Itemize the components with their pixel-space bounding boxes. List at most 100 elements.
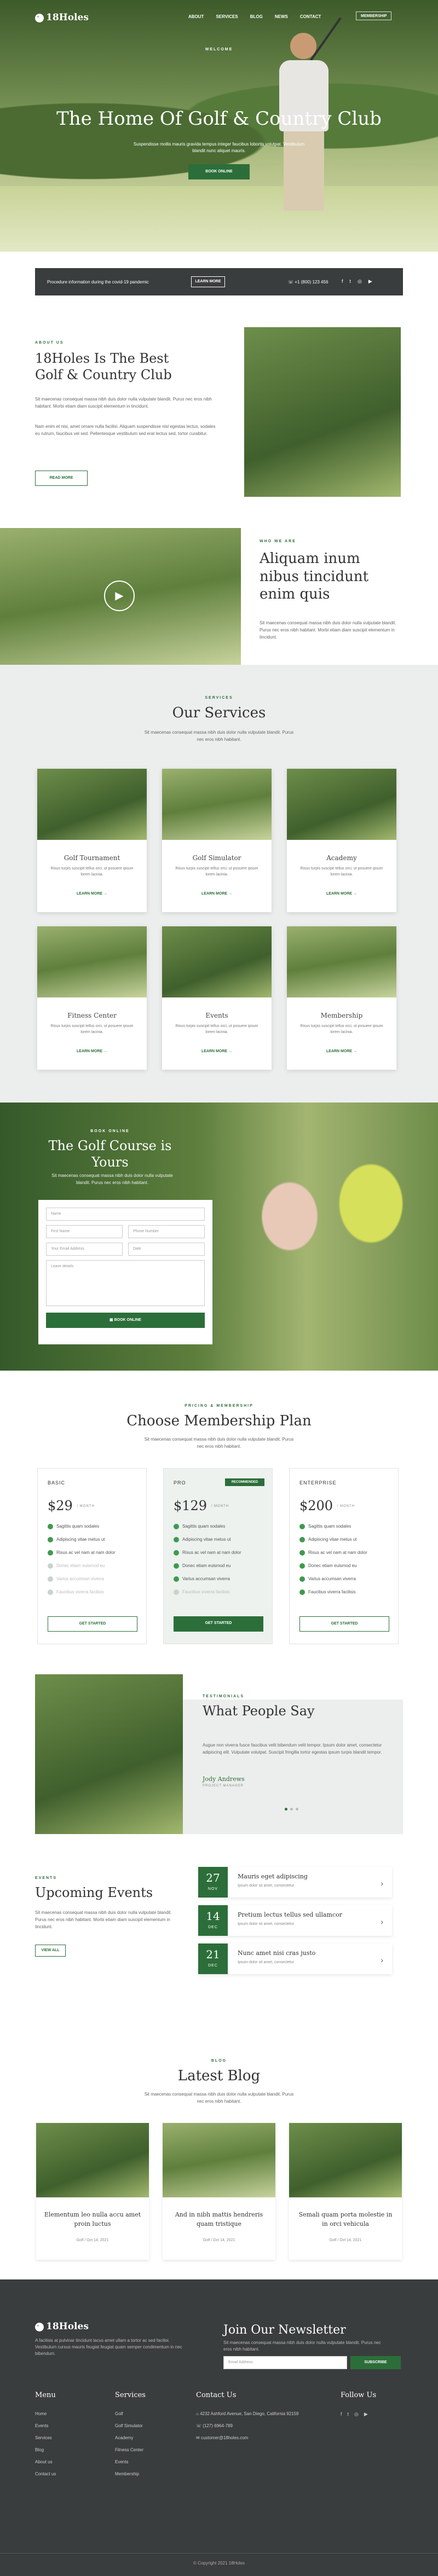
golf-couple-photo <box>235 1113 416 1371</box>
plan-card-pro: PRO RECOMMENDED $129 / MONTH Sagittis qu… <box>163 1468 273 1644</box>
blog-section: BLOG Latest Blog Sit maecenas consequat … <box>0 2046 438 2276</box>
blog-title: Latest Blog <box>177 2068 261 2084</box>
nav-blog[interactable]: BLOG <box>250 14 263 20</box>
date-input[interactable]: Date <box>128 1243 205 1256</box>
service-card[interactable]: Academy Risus turpis suscipit tellus orci… <box>287 769 396 912</box>
who-section: ▶ WHO WE ARE Aliquam inum nibus tincidun… <box>0 528 438 665</box>
service-card[interactable]: Events Risus turpis suscipit tellus orci,… <box>162 926 272 1070</box>
booking-subtitle: Sit maecenas consequat massa nibh duis d… <box>51 1173 173 1185</box>
event-item[interactable]: 27 NOV Mauris eget adipiscing Ipsum dolor s… <box>198 1867 392 1898</box>
event-item[interactable]: 14 DEC Pretium lectus tellus sed ullamcor I… <box>198 1905 392 1936</box>
twitter-icon[interactable]: t <box>348 2411 349 2418</box>
view-all-button[interactable]: VIEW ALL <box>35 1945 66 1957</box>
youtube-icon[interactable]: ▶ <box>368 278 372 286</box>
service-card[interactable]: Fitness Center Risus turpis suscipit tell… <box>37 926 147 1070</box>
plans-kicker: PRICING & MEMBERSHIP <box>185 1404 253 1408</box>
hero-kicker: WELCOME <box>205 48 233 51</box>
event-item[interactable]: 21 DEC Nunc amet nisi cras justo Ipsum dolo… <box>198 1943 392 1974</box>
membership-button[interactable]: MEMBERSHIP <box>356 11 392 20</box>
book-online-submit[interactable]: ▣ BOOK ONLINE <box>46 1313 205 1328</box>
learn-more-link[interactable]: LEARN MORE → <box>162 1049 272 1055</box>
notice-text: Procedure information during the covid-1… <box>47 280 149 285</box>
message-textarea[interactable]: Leave details <box>46 1260 205 1306</box>
about-paragraph-1: Sit maecenas consequat massa nibh duis d… <box>35 397 212 409</box>
footer-menu: Menu Home Events Services Blog About us Conta… <box>35 2391 56 2476</box>
nav-news[interactable]: NEWS <box>275 14 288 20</box>
plans-title: Choose Membership Plan <box>126 1413 312 1429</box>
newsletter-title: Join Our Newsletter <box>223 2323 346 2337</box>
golf-ball-icon <box>35 2322 44 2331</box>
learn-more-button[interactable]: LEARN MORE <box>191 276 225 287</box>
hero-section: 18Holes ABOUT SERVICES BLOG NEWS CONTACT… <box>0 0 438 252</box>
newsletter-text: Sit maecenas consequat massa nibh duis d… <box>223 2340 381 2352</box>
service-card[interactable]: Golf Tournament Risus turpis suscipit tel… <box>37 769 147 912</box>
newsletter-email-input[interactable]: Email Address <box>223 2356 347 2369</box>
about-paragraph-2: Nam enim et nisi, amet ornare nulla faci… <box>35 424 216 436</box>
golfer-bag-photo <box>244 327 401 497</box>
learn-more-link[interactable]: LEARN MORE → <box>37 1049 147 1055</box>
nav-contact[interactable]: CONTACT <box>300 14 321 20</box>
phone-number: ☏ +1 (800) 123 456 <box>288 280 328 285</box>
services-kicker: SERVICES <box>205 696 233 700</box>
golf-ball-icon <box>35 13 44 22</box>
instagram-icon[interactable]: ◎ <box>358 278 362 286</box>
who-title: Aliquam inum nibus tincidunt enim quis <box>260 550 369 602</box>
name-input[interactable]: Name <box>46 1208 205 1221</box>
logo[interactable]: 18Holes <box>35 11 89 25</box>
carousel-dots[interactable] <box>285 1808 298 1811</box>
get-started-button[interactable]: GET STARTED <box>48 1616 137 1632</box>
learn-more-link[interactable]: LEARN MORE → <box>37 891 147 897</box>
book-online-button[interactable]: BOOK ONLINE <box>188 164 250 179</box>
plans-subtitle: Sit maecenas consequat massa nibh duis d… <box>144 1437 294 1449</box>
testimonial-section: TESTIMONIALS What People Say Augue non v… <box>0 1674 438 1838</box>
recommended-badge: RECOMMENDED <box>225 1478 264 1486</box>
nav-services[interactable]: SERVICES <box>216 14 238 20</box>
nav-about[interactable]: ABOUT <box>188 14 204 20</box>
facebook-icon[interactable]: f <box>342 278 343 286</box>
about-title: 18Holes Is The Best Golf & Country Club <box>35 351 172 382</box>
testimonial-kicker: TESTIMONIALS <box>203 1695 245 1698</box>
get-started-button[interactable]: GET STARTED <box>299 1616 389 1632</box>
youtube-icon[interactable]: ▶ <box>364 2411 368 2418</box>
copyright: © Copyright 2021 18Holes <box>0 2553 438 2567</box>
footer-about: A facilisis at pulvinar tincidunt lacus … <box>35 2338 182 2356</box>
play-icon[interactable]: ▶ <box>104 581 135 611</box>
blog-card[interactable]: Semali quam porta molestie in in orci ve… <box>289 2123 402 2260</box>
chevron-right-icon[interactable]: › <box>381 1954 383 1966</box>
booking-section: BOOK ONLINE The Golf Course is Yours Sit… <box>0 1103 438 1371</box>
instagram-icon[interactable]: ◎ <box>354 2411 359 2418</box>
first-name-input[interactable]: First Name <box>46 1225 123 1238</box>
events-kicker: EVENTS <box>35 1876 57 1880</box>
chevron-right-icon[interactable]: › <box>381 1878 383 1889</box>
golfers-video-photo: ▶ <box>0 528 241 665</box>
service-card[interactable]: Golf Simulator Risus turpis suscipit tell… <box>162 769 272 912</box>
footer: 18Holes A facilisis at pulvinar tincidun… <box>0 2279 438 2576</box>
hero-title: The Home Of Golf & Country Club <box>56 108 382 130</box>
blog-card[interactable]: Elementum leo nulla accu amet proin luct… <box>36 2123 149 2260</box>
facebook-icon[interactable]: f <box>341 2411 342 2418</box>
get-started-button[interactable]: GET STARTED <box>174 1616 263 1632</box>
booking-form: Name First Name Phone Number Your Email … <box>38 1200 212 1344</box>
learn-more-link[interactable]: LEARN MORE → <box>287 891 396 897</box>
services-title: Our Services <box>172 705 266 721</box>
testimonial-title: What People Say <box>203 1703 315 1719</box>
learn-more-link[interactable]: LEARN MORE → <box>162 891 272 897</box>
events-title: Upcoming Events <box>35 1885 153 1900</box>
plan-card-enterprise: ENTERPRISE $200 / MONTH Sagittis quam so… <box>289 1468 399 1644</box>
footer-follow: Follow Us f t ◎ ▶ <box>341 2390 376 2418</box>
footer-logo[interactable]: 18Holes <box>35 2320 89 2334</box>
service-card[interactable]: Membership Risus turpis suscipit tellus o… <box>287 926 396 1070</box>
chevron-right-icon[interactable]: › <box>381 1916 383 1928</box>
testimonial-name: Jody Andrews <box>203 1776 245 1783</box>
booking-title: The Golf Course is Yours <box>48 1138 172 1170</box>
blog-card[interactable]: And in nibh mattis hendreris quam tristi… <box>163 2123 275 2260</box>
footer-services: Services Golf Golf Simulator Academy Fitnes… <box>115 2391 146 2476</box>
subscribe-button[interactable]: SUBSCRIBE <box>350 2356 401 2369</box>
phone-input[interactable]: Phone Number <box>128 1225 205 1238</box>
email-input[interactable]: Your Email Address <box>46 1243 123 1256</box>
learn-more-link[interactable]: LEARN MORE → <box>287 1049 396 1055</box>
booking-kicker: BOOK ONLINE <box>90 1129 130 1133</box>
plan-card-basic: BASIC $29 / MONTH Sagittis quam sodales … <box>37 1468 147 1644</box>
twitter-icon[interactable]: t <box>350 278 351 286</box>
read-more-button[interactable]: READ MORE <box>35 471 88 486</box>
